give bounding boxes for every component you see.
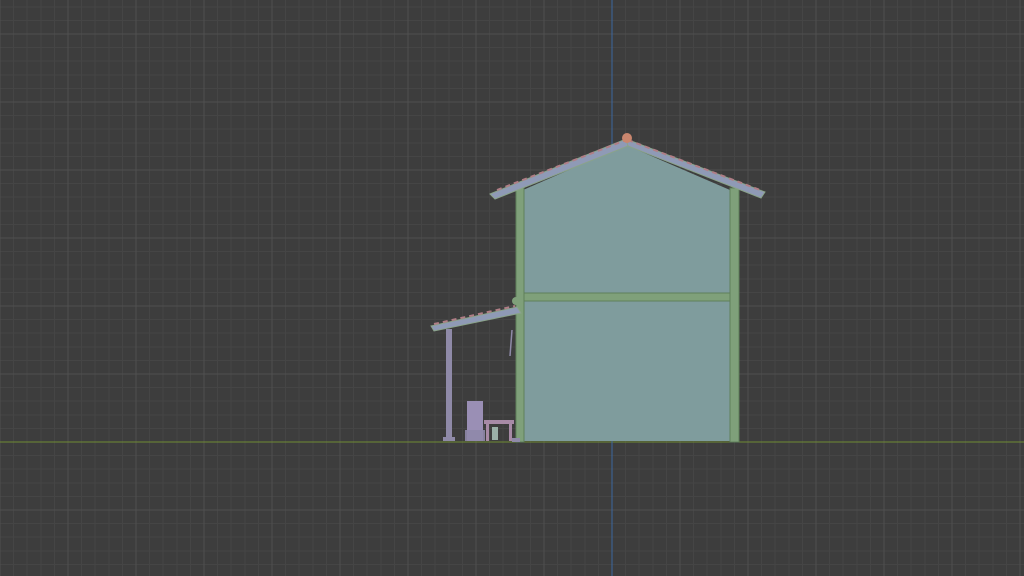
canopy-roof[interactable] — [430, 306, 522, 332]
roof-ridge-cap[interactable] — [622, 133, 632, 143]
main-wall[interactable] — [523, 190, 730, 441]
right-wall-post[interactable] — [729, 187, 740, 443]
house-model[interactable] — [0, 0, 1024, 576]
3d-viewport[interactable] — [0, 0, 1024, 576]
canopy-bracket[interactable] — [512, 297, 520, 305]
canopy-support-post[interactable] — [446, 329, 452, 440]
left-wall-post[interactable] — [515, 187, 525, 443]
small-table[interactable] — [484, 420, 514, 424]
floor-divider-beam[interactable] — [523, 293, 730, 301]
